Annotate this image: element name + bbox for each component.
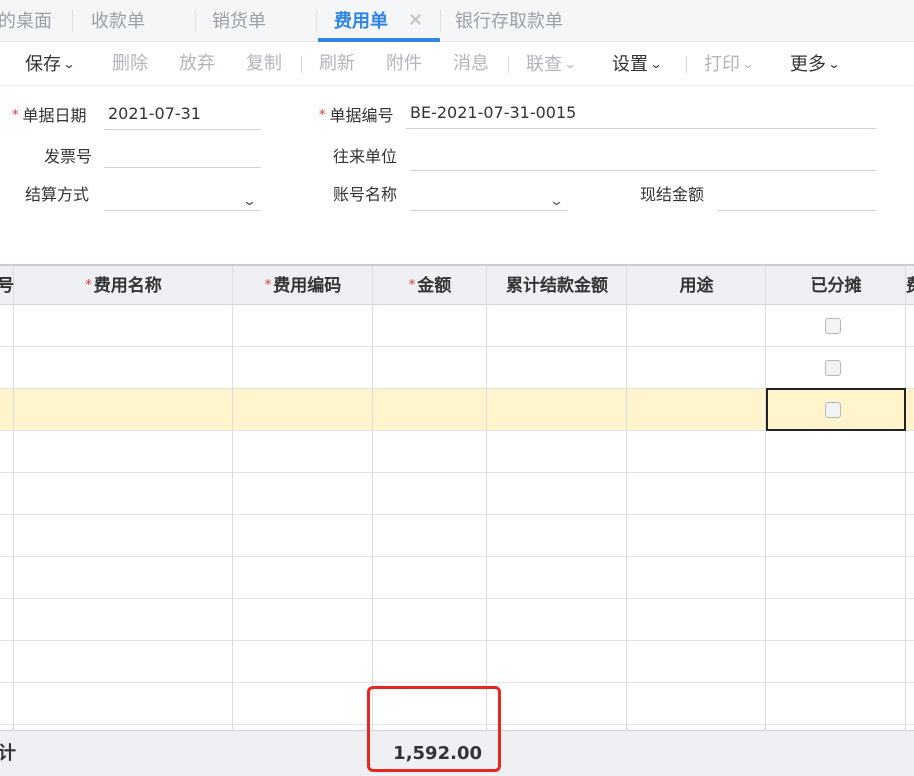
discard-button[interactable]: 放弃: [179, 42, 215, 86]
allocated-checkbox[interactable]: [825, 360, 841, 376]
toolbar-divider: [686, 56, 687, 73]
column-divider: [766, 264, 906, 776]
toolbar-divider: [301, 56, 302, 73]
attachment-button[interactable]: 附件: [386, 42, 422, 86]
grid-header: 号 *费用名称 *费用编码 *金额 累计结款金额 用途 已分摊 费: [0, 264, 914, 306]
number-field[interactable]: [406, 99, 876, 129]
print-label: 打印: [704, 54, 740, 75]
column-divider: [487, 264, 627, 776]
chevron-down-icon: ⌄: [741, 57, 755, 71]
date-label: * 单据日期: [12, 106, 87, 126]
settle-select[interactable]: ⌄: [104, 181, 261, 211]
col-header-amount-text: 金额: [417, 276, 452, 296]
copy-button[interactable]: 复制: [246, 42, 282, 86]
document-header-form: *单据日期 *单据编号 发票号 往来单位 结算方式 ⌄ 账号名称 ⌄ 现结金额: [0, 86, 914, 264]
highlight-annotation: [367, 686, 501, 772]
col-header-extra[interactable]: 费: [906, 266, 914, 306]
tab-desktop[interactable]: 的桌面: [0, 0, 52, 42]
required-icon: *: [408, 278, 416, 293]
settle-label: 结算方式: [25, 185, 90, 204]
required-icon: *: [12, 108, 19, 123]
col-header-allocated[interactable]: 已分摊: [766, 266, 906, 306]
date-input[interactable]: [108, 100, 261, 128]
invoice-input[interactable]: [108, 138, 261, 166]
tab-divider: [440, 10, 441, 32]
column-divider: [233, 264, 373, 776]
account-label: 账号名称: [333, 185, 398, 204]
settings-button[interactable]: 设置⌄: [612, 42, 663, 86]
column-divider: [627, 264, 766, 776]
tab-divider: [195, 10, 196, 32]
tab-receipt[interactable]: 收款单: [91, 0, 145, 42]
tab-divider: [72, 10, 73, 32]
print-button[interactable]: 打印⌄: [704, 42, 755, 86]
col-header-settled[interactable]: 累计结款金额: [487, 266, 627, 306]
col-header-code[interactable]: * 费用编码: [233, 266, 373, 306]
cash-label: 现结金额: [640, 185, 705, 204]
refresh-button[interactable]: 刷新: [319, 42, 355, 86]
tab-divider: [316, 10, 317, 32]
chevron-down-icon: ⌄: [827, 57, 841, 71]
invoice-label: 发票号: [44, 147, 93, 166]
more-button[interactable]: 更多⌄: [790, 42, 841, 86]
expense-grid: 号 *费用名称 *费用编码 *金额 累计结款金额 用途 已分摊 费 计 1,59…: [0, 264, 914, 776]
col-header-no[interactable]: 号: [0, 266, 14, 306]
required-icon: *: [319, 108, 326, 123]
date-field[interactable]: [104, 100, 261, 130]
total-label: 计: [0, 743, 16, 764]
link-query-label: 联查: [526, 54, 562, 75]
partner-field[interactable]: [410, 141, 876, 171]
column-divider: [0, 264, 14, 776]
partner-input[interactable]: [414, 141, 876, 169]
settings-label: 设置: [612, 54, 648, 75]
number-label: * 单据编号: [319, 106, 394, 126]
tab-expense[interactable]: 费用单: [334, 0, 388, 42]
col-header-name-text: 费用名称: [93, 276, 162, 296]
focused-cell[interactable]: [766, 388, 906, 431]
link-query-button[interactable]: 联查⌄: [526, 42, 577, 86]
chevron-down-icon[interactable]: ⌄: [549, 188, 564, 216]
cash-field[interactable]: [718, 181, 876, 211]
number-input[interactable]: [410, 99, 876, 127]
col-header-purpose[interactable]: 用途: [627, 266, 766, 306]
chevron-down-icon: ⌄: [563, 57, 577, 71]
tab-close-icon[interactable]: ✕: [408, 11, 423, 31]
toolbar-divider: [508, 56, 509, 73]
chevron-down-icon: ⌄: [649, 57, 663, 71]
message-button[interactable]: 消息: [453, 42, 489, 86]
required-icon: *: [264, 278, 272, 293]
invoice-field[interactable]: [104, 138, 261, 168]
column-divider: [14, 264, 233, 776]
chevron-down-icon[interactable]: ⌄: [242, 188, 257, 216]
date-label-text: 单据日期: [22, 106, 87, 125]
partner-label: 往来单位: [333, 147, 398, 166]
col-header-code-text: 费用编码: [273, 276, 342, 296]
allocated-checkbox[interactable]: [825, 318, 841, 334]
chevron-down-icon: ⌄: [62, 57, 76, 71]
save-label: 保存: [25, 54, 61, 75]
required-icon: *: [85, 278, 92, 293]
col-header-amount[interactable]: * 金额: [373, 266, 487, 306]
toolbar: 保存⌄ 删除 放弃 复制 刷新 附件 消息 联查⌄ 设置⌄ 打印⌄ 更多⌄: [0, 42, 914, 86]
tab-bank-deposit[interactable]: 银行存取款单: [455, 0, 563, 42]
cash-input[interactable]: [722, 181, 876, 209]
number-label-text: 单据编号: [329, 106, 394, 125]
col-header-name[interactable]: * 费用名称: [14, 266, 233, 306]
tab-bar: 的桌面 收款单 销货单 费用单 ✕ 银行存取款单: [0, 0, 914, 42]
delete-button[interactable]: 删除: [112, 42, 148, 86]
account-select[interactable]: ⌄: [410, 181, 568, 211]
save-button[interactable]: 保存⌄: [25, 42, 76, 86]
more-label: 更多: [790, 54, 826, 75]
tab-sales[interactable]: 销货单: [212, 0, 266, 42]
